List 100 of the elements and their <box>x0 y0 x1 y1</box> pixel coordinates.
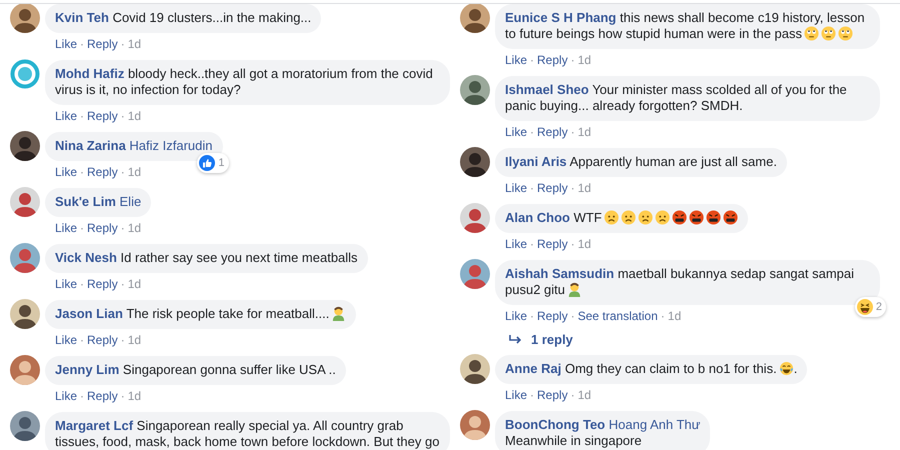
action-link[interactable]: Reply <box>87 388 118 404</box>
separator-dot: · <box>120 220 125 236</box>
comment-text: Mohd Hafiz bloody heck..they all got a moratorium from the covid virus is it, no infection for today? <box>55 66 433 97</box>
action-link[interactable]: Like <box>55 388 78 404</box>
separator-dot: · <box>530 236 534 252</box>
commenter-name[interactable]: Mohd Hafiz <box>55 66 124 81</box>
tagged-name[interactable]: Hafiz Izfarudin <box>129 138 213 153</box>
separator-dot: · <box>570 124 575 140</box>
separator-dot: · <box>80 388 84 404</box>
commenter-name[interactable]: Ishmael Sheo <box>505 82 589 97</box>
commenter-name[interactable]: Vick Nesh <box>55 250 117 265</box>
action-link[interactable]: Like <box>505 308 528 324</box>
commenter-name[interactable]: BoonChong Teo <box>505 417 606 432</box>
separator-dot: · <box>570 387 575 403</box>
separator-dot: · <box>570 236 575 252</box>
action-link[interactable]: Like <box>55 36 78 52</box>
separator-dot: · <box>660 308 665 324</box>
comment-text: Alan Choo WTF <box>505 210 738 225</box>
commenter-name[interactable]: Kvin Teh <box>55 10 109 25</box>
comment-text: Vick Nesh Id rather say see you next time meatballs <box>55 250 358 265</box>
commenter-name[interactable]: Eunice S H Phang <box>505 10 616 25</box>
commenter-name[interactable]: Margaret Lcf <box>55 418 134 433</box>
cursing-emoji-icon <box>672 210 687 225</box>
action-link[interactable]: Reply <box>87 108 118 124</box>
frowning-emoji-icon <box>604 210 619 225</box>
comment-text: Eunice S H Phang this news shall become c19 history, lesson to future beings how stupid human were in the pass <box>505 10 865 41</box>
action-link[interactable]: Reply <box>537 387 568 403</box>
avatar[interactable] <box>460 4 490 33</box>
avatar[interactable] <box>460 75 490 105</box>
commenter-name[interactable]: Jason Lian <box>55 306 123 321</box>
frowning-emoji-icon <box>620 210 636 225</box>
action-link[interactable]: Like <box>55 332 78 348</box>
separator-dot: · <box>80 36 84 52</box>
action-link[interactable]: Like <box>505 236 528 252</box>
action-link[interactable]: Reply <box>87 220 118 236</box>
avatar[interactable] <box>10 131 40 161</box>
comment-text: Aishah Samsudin maetball bukannya sedap sangat sampai pusu2 gitu <box>505 266 854 297</box>
action-link[interactable]: Like <box>55 276 78 292</box>
action-link[interactable]: Like <box>55 220 78 236</box>
separator-dot: · <box>80 276 84 292</box>
action-link[interactable]: Reply <box>87 276 118 292</box>
action-link[interactable]: Reply <box>87 164 118 180</box>
action-link[interactable]: Like <box>55 108 78 124</box>
separator-dot: · <box>530 387 534 403</box>
separator-dot: · <box>80 164 84 180</box>
action-link[interactable]: Like <box>55 164 78 180</box>
action-link[interactable]: Like <box>505 387 528 403</box>
separator-dot: · <box>570 52 575 68</box>
separator-dot: · <box>80 332 84 348</box>
avatar[interactable] <box>10 299 40 329</box>
commenter-name[interactable]: Alan Choo <box>505 210 570 225</box>
replies-link[interactable]: 1 reply <box>509 332 573 347</box>
avatar[interactable] <box>10 4 40 33</box>
comment-text: BoonChong Teo Hoang Anh Thư Meanwhile in singapore <box>505 417 700 448</box>
separator-dot: · <box>530 124 534 140</box>
comment-text: Jason Lian The risk people take for meatball.... <box>55 306 346 321</box>
laughing-emoji-icon <box>856 299 873 315</box>
action-link[interactable]: Reply <box>537 236 568 252</box>
avatar[interactable] <box>10 411 40 441</box>
comment-text: Anne Raj Omg they can claim to b no1 for this. . <box>505 361 798 376</box>
reaction-count: 2 <box>876 300 882 315</box>
commenter-name[interactable]: Nina Zarina <box>55 138 126 153</box>
separator-dot: · <box>80 220 84 236</box>
avatar[interactable] <box>460 147 490 177</box>
reaction-count: 1 <box>218 156 225 171</box>
commenter-name[interactable]: Aishah Samsudin <box>505 266 614 281</box>
separator-dot: · <box>570 180 575 196</box>
comment-text: Ishmael Sheo Your minister mass scolded all of you for the panic buying... already forgotten? SMDH. <box>505 82 847 113</box>
commenter-name[interactable]: Jenny Lim <box>55 362 120 377</box>
tagged-name[interactable]: Elie <box>120 194 142 209</box>
cursing-emoji-icon <box>722 210 738 225</box>
action-link[interactable]: See translation <box>578 308 658 324</box>
separator-dot: · <box>80 108 84 124</box>
comment-text: Margaret Lcf Singaporean really special ya. All country grab tissues, food, mask, back home town before lockdown. But they go <box>55 418 440 449</box>
separator-dot: · <box>120 276 125 292</box>
commenter-name[interactable]: Ilyani Aris <box>505 154 567 169</box>
separator-dot: · <box>120 36 125 52</box>
rolling-eyes-emoji-icon <box>838 26 854 41</box>
commenter-name[interactable]: Suk'e Lim <box>55 194 116 209</box>
laughing-tears-emoji-icon <box>778 361 794 376</box>
tagged-name[interactable]: Hoang Anh Thư <box>608 417 700 432</box>
action-link[interactable]: Like <box>505 52 528 68</box>
separator-dot: · <box>120 164 125 180</box>
frowning-emoji-icon <box>638 210 653 225</box>
action-link[interactable]: Like <box>505 124 528 140</box>
avatar[interactable] <box>460 354 490 384</box>
separator-dot: · <box>120 108 125 124</box>
separator-dot: · <box>530 308 534 324</box>
action-link[interactable]: Reply <box>537 180 568 196</box>
commenter-name[interactable]: Anne Raj <box>505 361 562 376</box>
action-link[interactable]: Reply <box>87 332 118 348</box>
comment-text: Kvin Teh Covid 19 clusters...in the making... <box>55 10 312 25</box>
action-link[interactable]: Reply <box>537 52 568 68</box>
separator-dot: · <box>530 180 534 196</box>
action-link[interactable]: Like <box>505 180 528 196</box>
action-link[interactable]: Reply <box>537 124 568 140</box>
action-link[interactable]: Reply <box>537 308 568 324</box>
action-link[interactable]: Reply <box>87 36 118 52</box>
separator-dot: · <box>530 52 534 68</box>
cursing-emoji-icon <box>688 210 704 225</box>
